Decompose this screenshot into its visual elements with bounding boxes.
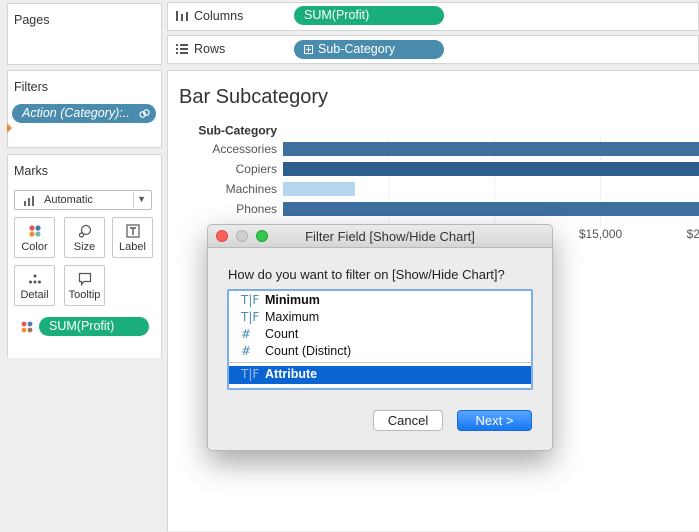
pages-card-title: Pages [14,13,50,27]
marks-card[interactable]: Marks Automatic ▼ Color Size Label Detai… [7,154,162,359]
pages-card[interactable]: Pages [7,3,162,65]
x-tick-label: $2 [687,227,699,241]
link-icon [139,109,150,118]
boolean-type-icon: T|F [241,367,260,381]
mark-type-label: Automatic [44,194,93,206]
columns-shelf[interactable]: Columns SUM(Profit) [167,2,699,31]
option-label: Count (Distinct) [265,344,352,358]
filter-caret-icon [7,123,12,133]
boolean-type-icon: T|F [241,310,260,324]
option-label: Attribute [265,367,318,381]
filters-card-title: Filters [14,80,49,94]
x-tick-label: $15,000 [579,227,623,241]
expand-plus-icon[interactable] [304,45,313,54]
option-attribute-selected[interactable]: T|F Attribute [229,366,531,384]
dialog-title: Filter Field [Show/Hide Chart] [305,229,475,244]
bar-copiers[interactable] [283,162,699,176]
rows-pill-label: Sub-Category [318,42,396,56]
rows-shelf-label: Rows [194,42,226,56]
option-label: Minimum [265,293,320,307]
dialog-question: How do you want to filter on [Show/Hide … [228,267,505,282]
color-button[interactable]: Color [14,217,55,258]
marks-pill-label: SUM(Profit) [49,319,115,333]
detail-icon [29,274,41,284]
marks-pill-sum-profit[interactable]: SUM(Profit) [39,317,149,336]
cancel-button[interactable]: Cancel [373,410,443,431]
mark-type-dropdown[interactable]: Automatic ▼ [14,190,152,210]
tooltip-button[interactable]: Tooltip [64,265,105,306]
bar-phones[interactable] [283,202,699,216]
option-label: Count [265,327,299,341]
columns-pill-sum-profit[interactable]: SUM(Profit) [294,6,444,25]
columns-icon [176,11,188,21]
bar-accessories[interactable] [283,142,699,156]
filter-pill-action-category[interactable]: Action (Category):.. [12,104,156,123]
dropdown-separator [133,193,134,207]
detail-button-label: Detail [20,289,49,301]
aggregation-list[interactable]: T|F Minimum T|F Maximum # Count # Count … [227,289,533,390]
option-label: Maximum [265,310,320,324]
filter-field-dialog[interactable]: Filter Field [Show/Hide Chart] How do yo… [207,224,553,451]
columns-shelf-label: Columns [194,9,244,23]
rows-icon [176,44,188,54]
size-icon [78,224,92,238]
category-label-accessories: Accessories [212,142,277,156]
label-button-label: Label [119,241,146,253]
boolean-type-icon: T|F [241,293,260,307]
size-button-label: Size [73,241,96,253]
left-pane-background [0,358,164,531]
rows-pill-sub-category[interactable]: Sub-Category [294,40,444,59]
list-divider [229,362,531,363]
tooltip-button-label: Tooltip [68,289,101,301]
option-minimum[interactable]: T|F Minimum [229,292,531,309]
option-count[interactable]: # Count [229,326,531,343]
category-label-machines: Machines [226,182,277,196]
next-button[interactable]: Next > [457,410,532,431]
rows-shelf[interactable]: Rows Sub-Category [167,35,699,64]
row-header-sub-category: Sub-Category [198,124,277,138]
text-label-icon [126,224,140,238]
marks-card-title: Marks [14,164,49,178]
option-count-distinct[interactable]: # Count (Distinct) [229,343,531,360]
option-maximum[interactable]: T|F Maximum [229,309,531,326]
number-type-icon: # [241,327,252,341]
bar-chart-icon [24,196,34,206]
filters-card[interactable]: Filters Action (Category):.. [7,70,162,148]
filter-pill-label: Action (Category):.. [22,106,130,120]
color-icon [29,225,41,237]
category-label-phones: Phones [236,202,277,216]
chevron-down-icon: ▼ [137,194,146,204]
dialog-titlebar[interactable]: Filter Field [Show/Hide Chart] [208,225,552,248]
marks-pill-row: SUM(Profit) [20,317,150,336]
size-button[interactable]: Size [64,217,105,258]
label-button[interactable]: Label [112,217,153,258]
color-dots-icon [21,321,33,333]
tooltip-icon [78,272,92,286]
color-button-label: Color [21,241,48,253]
columns-pill-label: SUM(Profit) [304,8,370,22]
bar-machines[interactable] [283,182,355,196]
detail-button[interactable]: Detail [14,265,55,306]
number-type-icon: # [241,344,252,358]
category-label-copiers: Copiers [236,162,277,176]
